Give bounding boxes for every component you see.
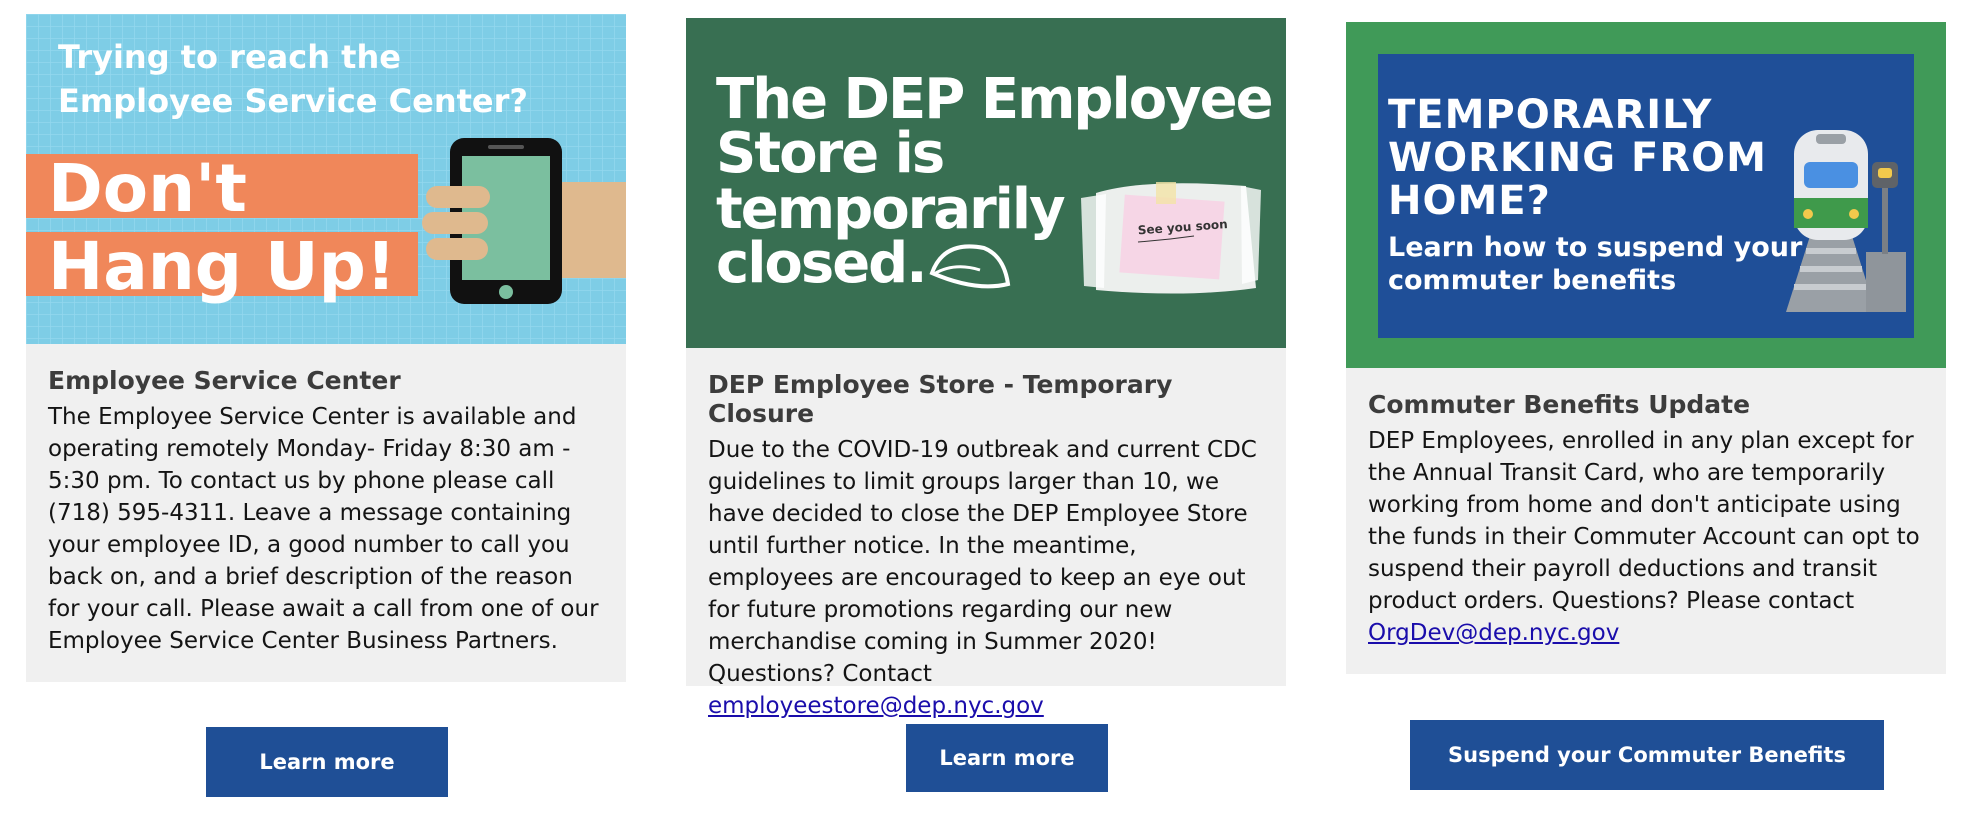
banner-text-line1: Trying to reach the [58, 38, 401, 76]
banner-employee-store[interactable]: The DEP Employee Store is temporarily cl… [686, 18, 1286, 348]
email-link[interactable]: OrgDev@dep.nyc.gov [1368, 620, 1619, 646]
card-description-text: DEP Employees, enrolled in any plan exce… [1368, 428, 1920, 614]
card-body: DEP Employee Store - Temporary Closure D… [686, 348, 1286, 719]
banner-employee-service-center[interactable]: Trying to reach the Employee Service Cen… [26, 14, 626, 344]
learn-more-button[interactable]: Learn more [206, 727, 448, 797]
suspend-commuter-benefits-button[interactable]: Suspend your Commuter Benefits [1410, 720, 1884, 790]
card-body: Employee Service Center The Employee Ser… [26, 344, 626, 682]
card-description: The Employee Service Center is available… [48, 404, 599, 654]
card-description-text: Due to the COVID-19 outbreak and current… [708, 437, 1257, 687]
card-title: Commuter Benefits Update [1368, 390, 1751, 419]
card-body: Commuter Benefits Update DEP Employees, … [1346, 368, 1946, 674]
banner-commuter-benefits[interactable]: TEMPORARILY WORKING FROM HOME? Learn how… [1346, 22, 1946, 368]
banner-big-text-1: Don't [48, 150, 247, 227]
email-link[interactable]: employeestore@dep.nyc.gov [708, 693, 1044, 719]
banner-sub-line2: commuter benefits [1388, 265, 1676, 296]
card-description: Due to the COVID-19 outbreak and current… [708, 434, 1264, 722]
banner-text-line2: Employee Service Center? [58, 82, 528, 120]
banner-big-text-2: Hang Up! [48, 228, 396, 305]
card-description: DEP Employees, enrolled in any plan exce… [1368, 425, 1924, 649]
banner-text-line1: TEMPORARILY [1388, 92, 1712, 138]
card-title: Employee Service Center [48, 366, 401, 395]
banner-text-line4: closed. [716, 231, 926, 296]
banner-text-line2: WORKING FROM [1388, 135, 1767, 181]
card-title: DEP Employee Store - Temporary Closure [708, 370, 1173, 428]
banner-text-line3: HOME? [1388, 178, 1551, 224]
sticky-note-icon: See you soon [1081, 182, 1261, 294]
learn-more-button[interactable]: Learn more [906, 724, 1108, 792]
banner-sub-line1: Learn how to suspend your [1388, 232, 1803, 263]
